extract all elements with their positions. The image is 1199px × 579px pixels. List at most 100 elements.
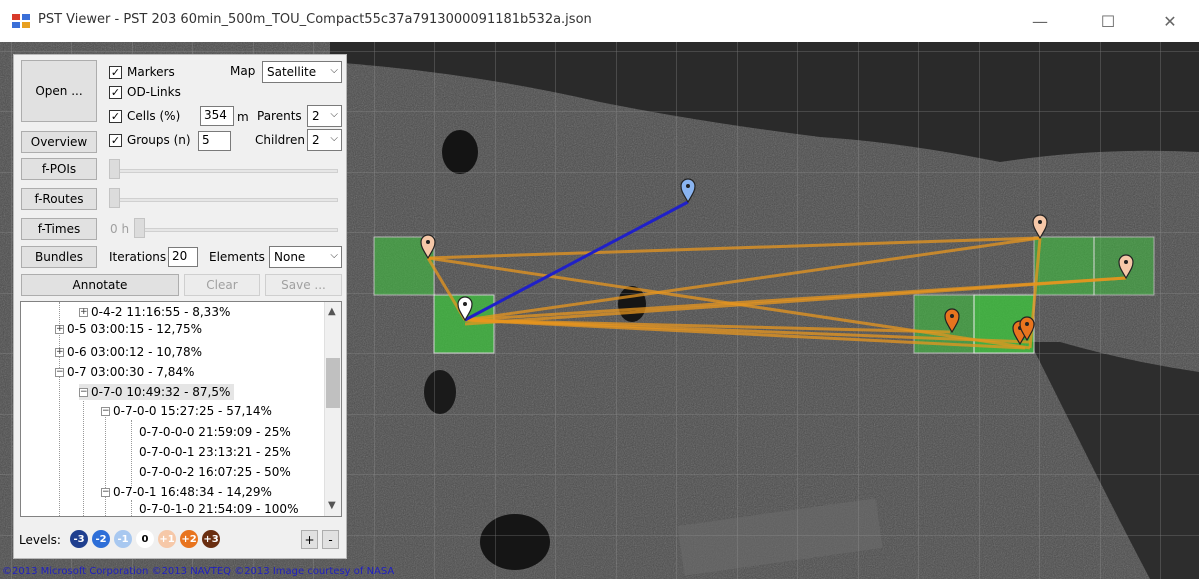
tree-item-selected[interactable]: − 0-7-0 10:49:32 - 87,5% xyxy=(79,384,235,400)
elements-label: Elements xyxy=(209,250,265,264)
save-button[interactable]: Save ... xyxy=(265,274,342,296)
chevron-down-icon: ⌵ xyxy=(330,250,338,261)
close-button[interactable]: ✕ xyxy=(1147,0,1193,42)
iterations-label: Iterations xyxy=(109,250,167,264)
level-plus-button[interactable]: + xyxy=(301,530,318,549)
marker-dot xyxy=(1038,220,1042,224)
tree-item-label: 0-4-2 11:16:55 - 8,33% xyxy=(91,305,231,319)
tree-item[interactable]: 0-7-0-0-2 16:07:25 - 50% xyxy=(139,464,291,480)
cells-size-input[interactable]: 354 xyxy=(200,106,234,126)
markers-label: Markers xyxy=(127,65,175,79)
markers-check-box[interactable]: ✓ xyxy=(109,65,122,79)
tree-item-label: 0-7-0-0 15:27:25 - 57,14% xyxy=(113,404,272,418)
tree-expander[interactable]: + xyxy=(55,347,64,357)
map-copyright: ©2013 Microsoft Corporation ©2013 NAVTEQ… xyxy=(2,566,395,577)
tree-expander[interactable]: − xyxy=(101,487,110,497)
map-type-value: Satellite xyxy=(267,65,317,79)
tree-scrollbar[interactable]: ▲ ▼ xyxy=(324,302,341,516)
odlinks-label: OD-Links xyxy=(127,85,181,99)
tree-guide-line xyxy=(83,388,84,516)
level-button[interactable]: +2 xyxy=(180,530,198,548)
tree-item[interactable]: + 0-6 03:00:12 - 10,78% xyxy=(55,344,202,360)
tree-item[interactable]: − 0-7-0-0 15:27:25 - 57,14% xyxy=(101,403,272,419)
annotate-button[interactable]: Annotate xyxy=(21,274,179,296)
froutes-slider-track[interactable] xyxy=(110,198,338,202)
odlinks-checkbox[interactable]: ✓ OD-Links xyxy=(109,85,181,99)
groups-checkbox[interactable]: ✓ Groups (n) xyxy=(109,133,191,147)
level-button[interactable]: +1 xyxy=(158,530,176,548)
scroll-thumb[interactable] xyxy=(326,358,340,408)
maximize-button[interactable]: ☐ xyxy=(1085,0,1131,42)
tree-guide-line xyxy=(131,500,132,516)
cell xyxy=(1033,236,1095,296)
tree-item[interactable]: + 0-5 03:00:15 - 12,75% xyxy=(55,321,202,337)
ftimes-button[interactable]: f-Times xyxy=(21,218,97,240)
tree-expander[interactable]: − xyxy=(101,406,110,416)
groups-check-box[interactable]: ✓ xyxy=(109,133,122,147)
fpois-button[interactable]: f-POIs xyxy=(21,158,97,180)
tree-item[interactable]: + 0-4-2 11:16:55 - 8,33% xyxy=(79,304,230,320)
tree-item-label: 0-5 03:00:15 - 12,75% xyxy=(67,322,203,336)
tree-item-label: 0-7-0-1 16:48:34 - 14,29% xyxy=(113,485,272,499)
level-button[interactable]: -1 xyxy=(114,530,132,548)
children-select[interactable]: 2 ⌵ xyxy=(307,129,342,151)
chevron-down-icon: ⌵ xyxy=(330,65,338,76)
cells-checkbox[interactable]: ✓ Cells (%) xyxy=(109,109,180,123)
parents-select[interactable]: 2 ⌵ xyxy=(307,105,342,127)
tree-item[interactable]: − 0-7-0-1 16:48:34 - 14,29% xyxy=(101,484,272,500)
tree-item-label: 0-7-0-0-0 21:59:09 - 25% xyxy=(139,425,291,439)
tree-item-label: 0-7-0-0-2 16:07:25 - 50% xyxy=(139,465,291,479)
tree-guide-line xyxy=(131,420,132,488)
groups-count-input[interactable]: 5 xyxy=(198,131,231,151)
tree-item[interactable]: − 0-7 03:00:30 - 7,84% xyxy=(55,364,194,380)
map-label: Map xyxy=(230,64,256,78)
elements-select[interactable]: None ⌵ xyxy=(269,246,342,268)
scroll-down-icon[interactable]: ▼ xyxy=(328,500,336,511)
level-button[interactable]: 0 xyxy=(136,530,154,548)
ftimes-slider-thumb[interactable] xyxy=(134,218,145,238)
scroll-up-icon[interactable]: ▲ xyxy=(328,306,336,317)
tree-guide-line xyxy=(105,412,106,516)
markers-checkbox[interactable]: ✓ Markers xyxy=(109,65,175,79)
fpois-slider-thumb[interactable] xyxy=(109,159,120,179)
groups-label: Groups (n) xyxy=(127,133,191,147)
level-button[interactable]: -2 xyxy=(92,530,110,548)
iterations-input[interactable]: 20 xyxy=(168,247,198,267)
tree-expander[interactable]: − xyxy=(55,367,64,377)
tree-item[interactable]: 0-7-0-0-1 23:13:21 - 25% xyxy=(139,444,291,460)
chevron-down-icon: ⌵ xyxy=(330,109,338,120)
level-button[interactable]: -3 xyxy=(70,530,88,548)
tree-item-label: 0-6 03:00:12 - 10,78% xyxy=(67,345,203,359)
froutes-button[interactable]: f-Routes xyxy=(21,188,97,210)
cells-check-box[interactable]: ✓ xyxy=(109,109,122,123)
cells-unit-label: m xyxy=(237,110,249,124)
ftimes-slider-track[interactable] xyxy=(136,228,338,232)
clear-button[interactable]: Clear xyxy=(184,274,260,296)
levels-label: Levels: xyxy=(19,533,61,547)
minimize-button[interactable]: — xyxy=(1017,0,1063,42)
level-button[interactable]: +3 xyxy=(202,530,220,548)
level-minus-button[interactable]: - xyxy=(322,530,339,549)
odlinks-check-box[interactable]: ✓ xyxy=(109,85,122,99)
tree-view[interactable]: + 0-4-2 11:16:55 - 8,33% + 0-5 03:00:15 … xyxy=(20,301,342,517)
tree-expander[interactable]: + xyxy=(79,307,88,317)
tree-expander[interactable]: + xyxy=(55,324,64,334)
marker-dot xyxy=(1025,322,1029,326)
tree-item-label: 0-7-0-0-1 23:13:21 - 25% xyxy=(139,445,291,459)
map-type-select[interactable]: Satellite ⌵ xyxy=(262,61,342,83)
marker-dot xyxy=(463,302,467,306)
parents-value: 2 xyxy=(312,109,320,123)
tree-item[interactable]: 0-7-0-0-0 21:59:09 - 25% xyxy=(139,424,291,440)
control-panel: Open ... ✓ Markers ✓ OD-Links ✓ Cells (%… xyxy=(13,54,347,559)
children-label: Children xyxy=(255,133,305,147)
tree-item-label: 0-7-0-1-0 21:54:09 - 100% xyxy=(139,502,299,516)
tree-expander[interactable]: − xyxy=(79,387,88,397)
overview-button[interactable]: Overview xyxy=(21,131,97,153)
froutes-slider-thumb[interactable] xyxy=(109,188,120,208)
tree-item[interactable]: 0-7-0-1-0 21:54:09 - 100% xyxy=(139,501,299,516)
window-title: PST Viewer - PST 203 60min_500m_TOU_Comp… xyxy=(38,12,592,27)
open-button[interactable]: Open ... xyxy=(21,60,97,122)
app-icon xyxy=(12,14,30,28)
fpois-slider-track[interactable] xyxy=(110,169,338,173)
bundles-button[interactable]: Bundles xyxy=(21,246,97,268)
